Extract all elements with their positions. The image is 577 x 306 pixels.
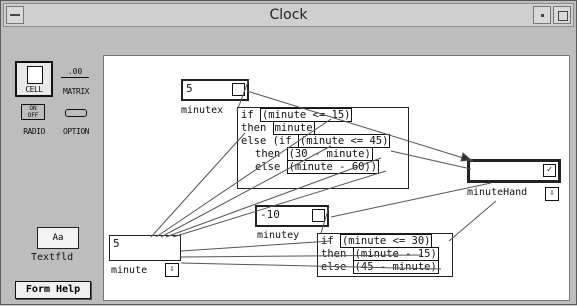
- matrix-tool-button[interactable]: .00 MATRIX: [57, 61, 95, 97]
- minute-spinner[interactable]: ⇩: [165, 263, 179, 277]
- window-title: Clock: [269, 7, 308, 23]
- minutey-checkbox[interactable]: [312, 209, 325, 222]
- radio-tool-label: RADIO: [23, 127, 45, 136]
- minutex-checkbox[interactable]: [232, 83, 245, 96]
- minutehand-cell[interactable]: ✓: [467, 159, 561, 183]
- minutex-value: 5: [186, 82, 193, 95]
- cell-icon: [27, 66, 43, 84]
- minutey-label: minutey: [257, 230, 300, 241]
- minimize-button[interactable]: [533, 6, 551, 24]
- tool-palette: CELL .00 MATRIX ON OFF RADIO OPTION: [15, 61, 99, 141]
- minutehand-checkbox[interactable]: ✓: [543, 164, 556, 177]
- radio-icon: ON OFF: [21, 104, 45, 120]
- minute-cell[interactable]: 5: [109, 235, 181, 261]
- minutehand-spinner[interactable]: ⇩: [545, 187, 559, 201]
- minute-value: 5: [113, 237, 120, 250]
- text-field-tool-button[interactable]: Aa: [37, 227, 79, 249]
- formula-x-line-5: else (minute - 60)): [255, 160, 380, 174]
- option-icon: [65, 109, 87, 117]
- minutex-cell[interactable]: 5: [181, 79, 249, 101]
- form-help-button[interactable]: Form Help: [15, 281, 91, 299]
- text-field-tool-label: Textfld: [31, 252, 74, 263]
- minutex-label: minutex: [181, 105, 224, 116]
- matrix-tool-label: MATRIX: [63, 87, 89, 96]
- option-tool-label: OPTION: [63, 127, 89, 136]
- maximize-button[interactable]: [553, 6, 571, 24]
- cell-tool-label: CELL: [25, 85, 43, 94]
- minutey-cell[interactable]: -10: [255, 205, 329, 227]
- minute-label: minute: [111, 265, 148, 276]
- minutey-formula[interactable]: if (minute <= 30) then (minute - 15) els…: [317, 233, 453, 277]
- radio-tool-button[interactable]: ON OFF RADIO: [15, 101, 53, 137]
- clock-window: Clock CELL .00 MATRIX ON OFF RADIO OPTIO…: [0, 0, 577, 305]
- formula-y-line-3: else (45 - minute): [321, 260, 439, 274]
- title-bar: Clock: [3, 3, 574, 27]
- minutex-formula[interactable]: if (minute <= 15) then minute else (if (…: [237, 107, 409, 189]
- minutehand-label: minuteHand: [467, 187, 528, 198]
- option-tool-button[interactable]: OPTION: [57, 101, 95, 137]
- minutey-value: -10: [260, 208, 280, 221]
- formula-x-line-1: if (minute <= 15): [241, 108, 353, 122]
- cell-tool-button[interactable]: CELL: [15, 61, 53, 97]
- matrix-icon: .00: [61, 67, 89, 78]
